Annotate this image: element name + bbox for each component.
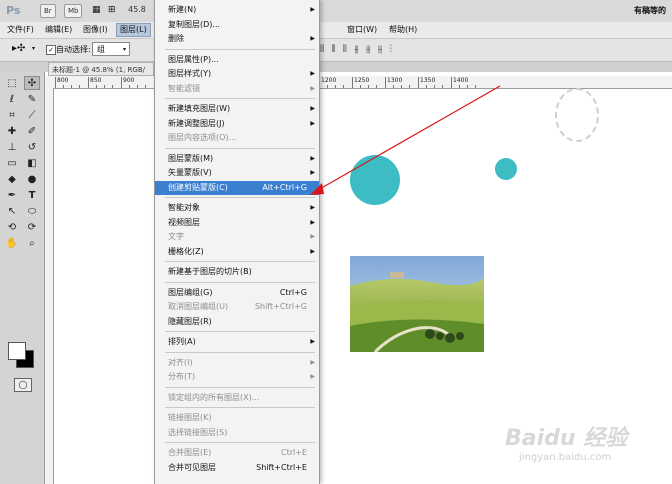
watermark-logo: Baidu 经验: [505, 426, 628, 451]
annotation-arrow: [310, 85, 501, 195]
watermark-url: jingyan.baidu.com: [519, 452, 612, 463]
